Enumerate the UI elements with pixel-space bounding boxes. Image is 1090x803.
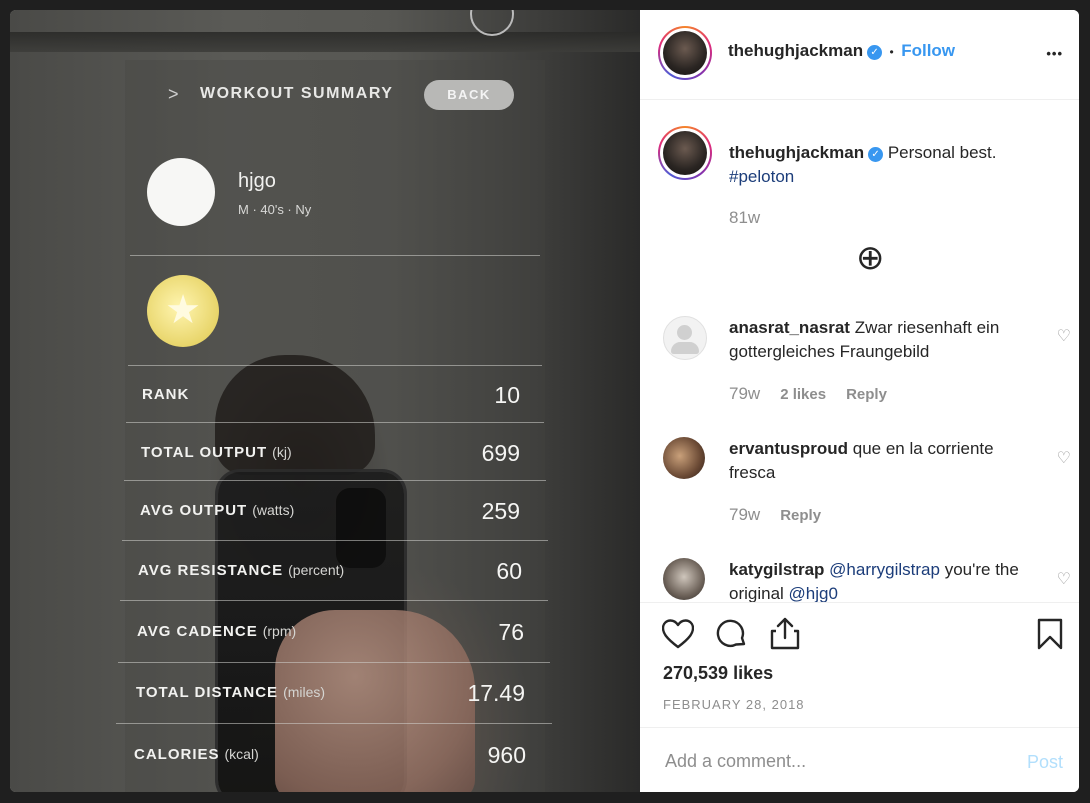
comment-text: anasrat_nasrat Zwar riesenhaft ein gotte… bbox=[729, 318, 1000, 361]
verified-icon: ✓ bbox=[867, 45, 883, 60]
screen-bezel bbox=[10, 32, 640, 52]
stat-value-total-output: 699 bbox=[481, 440, 520, 466]
post-sidebar: thehughjackman ✓ • Follow ••• thehughjack… bbox=[640, 10, 1079, 792]
comment-avatar[interactable] bbox=[663, 437, 705, 479]
divider bbox=[116, 723, 552, 724]
reply-button[interactable]: Reply bbox=[780, 507, 821, 524]
comment-input[interactable] bbox=[663, 750, 987, 773]
caption-text: thehughjackman ✓ Personal best. #peloton bbox=[729, 143, 997, 186]
like-comment-icon[interactable]: ♡ bbox=[1057, 326, 1071, 346]
comment-icon[interactable] bbox=[716, 618, 748, 650]
load-more-comments-icon[interactable]: ⊕ bbox=[856, 241, 885, 275]
caption-time[interactable]: 81w bbox=[729, 208, 760, 227]
author-avatar[interactable] bbox=[658, 26, 712, 80]
mention-link[interactable]: @hjg0 bbox=[789, 584, 838, 602]
photo-back-button: BACK bbox=[424, 80, 514, 110]
post-header: thehughjackman ✓ • Follow ••• bbox=[640, 10, 1079, 100]
separator-dot: • bbox=[889, 45, 894, 59]
caption-avatar[interactable] bbox=[658, 126, 712, 180]
stat-value-rank: 10 bbox=[494, 382, 520, 408]
caption-meta: 81w bbox=[729, 208, 780, 228]
star-icon: ★ bbox=[165, 288, 201, 332]
reply-button[interactable]: Reply bbox=[846, 386, 887, 403]
like-comment-icon[interactable]: ♡ bbox=[1057, 448, 1071, 468]
add-comment-bar: Post bbox=[640, 727, 1079, 792]
stat-value-total-distance: 17.49 bbox=[467, 680, 525, 706]
like-comment-icon[interactable]: ♡ bbox=[1057, 569, 1071, 589]
mention-link[interactable]: @harrygilstrap bbox=[829, 560, 940, 579]
divider bbox=[130, 255, 540, 256]
stat-value-avg-resistance: 60 bbox=[496, 558, 522, 584]
workout-summary-title: WORKOUT SUMMARY bbox=[200, 85, 394, 102]
post-actions: 270,539 likes FEBRUARY 28, 2018 bbox=[640, 602, 1079, 728]
comment-meta: 79w 2 likes Reply bbox=[729, 384, 887, 403]
divider bbox=[118, 662, 550, 663]
stat-label-avg-cadence: AVG CADENCE (rpm) bbox=[137, 623, 297, 640]
post-date[interactable]: FEBRUARY 28, 2018 bbox=[663, 697, 805, 712]
rider-meta: M · 40's · Ny bbox=[238, 202, 312, 217]
stat-label-avg-resistance: AVG RESISTANCE (percent) bbox=[138, 562, 345, 579]
follow-button[interactable]: Follow bbox=[901, 41, 955, 60]
comment-username[interactable]: anasrat_nasrat bbox=[729, 318, 850, 337]
divider bbox=[120, 600, 548, 601]
comment-meta: 79w Reply bbox=[729, 505, 822, 524]
likes-count[interactable]: 270,539 likes bbox=[663, 663, 773, 684]
divider bbox=[126, 422, 544, 423]
stat-label-calories: CALORIES (kcal) bbox=[134, 746, 259, 763]
post-button[interactable]: Post bbox=[1027, 752, 1063, 773]
divider bbox=[124, 480, 546, 481]
comment-username[interactable]: ervantusproud bbox=[729, 439, 848, 458]
comments-list[interactable]: thehughjackman ✓ Personal best. #peloton … bbox=[640, 100, 1079, 602]
chevron-right-icon: > bbox=[168, 84, 179, 104]
header-user-row: thehughjackman ✓ • Follow bbox=[728, 41, 955, 61]
stat-label-total-output: TOTAL OUTPUT (kj) bbox=[141, 444, 292, 461]
comment-avatar[interactable] bbox=[663, 316, 707, 360]
comment-username[interactable]: katygilstrap bbox=[729, 560, 824, 579]
caption-username[interactable]: thehughjackman bbox=[729, 143, 864, 162]
rider-avatar bbox=[147, 158, 215, 226]
verified-icon: ✓ bbox=[868, 147, 884, 162]
stat-value-avg-output: 259 bbox=[481, 498, 520, 524]
more-options-icon[interactable]: ••• bbox=[1046, 46, 1063, 61]
share-icon[interactable] bbox=[769, 616, 801, 650]
stat-label-rank: RANK bbox=[142, 386, 190, 403]
post-photo: > WORKOUT SUMMARY BACK hjgo M · 40's · N… bbox=[10, 10, 640, 792]
comment-avatar[interactable] bbox=[663, 558, 705, 600]
divider bbox=[128, 365, 542, 366]
comment-likes[interactable]: 2 likes bbox=[780, 386, 826, 403]
header-username[interactable]: thehughjackman bbox=[728, 41, 863, 60]
rider-name: hjgo bbox=[238, 170, 276, 192]
stat-value-avg-cadence: 76 bbox=[498, 619, 524, 645]
comment-text: ervantusproud que en la corriente fresca bbox=[729, 439, 994, 482]
star-badge-icon: ★ bbox=[147, 275, 219, 347]
divider bbox=[122, 540, 548, 541]
stat-label-avg-output: AVG OUTPUT (watts) bbox=[140, 502, 295, 519]
like-icon[interactable] bbox=[662, 619, 694, 649]
post-modal: > WORKOUT SUMMARY BACK hjgo M · 40's · N… bbox=[10, 10, 1079, 792]
comment-text: katygilstrap @harrygilstrap you're the o… bbox=[729, 560, 1019, 602]
stat-value-calories: 960 bbox=[487, 742, 526, 768]
hashtag-link[interactable]: #peloton bbox=[729, 167, 794, 186]
save-icon[interactable] bbox=[1036, 617, 1064, 651]
stat-label-total-distance: TOTAL DISTANCE (miles) bbox=[136, 684, 326, 701]
